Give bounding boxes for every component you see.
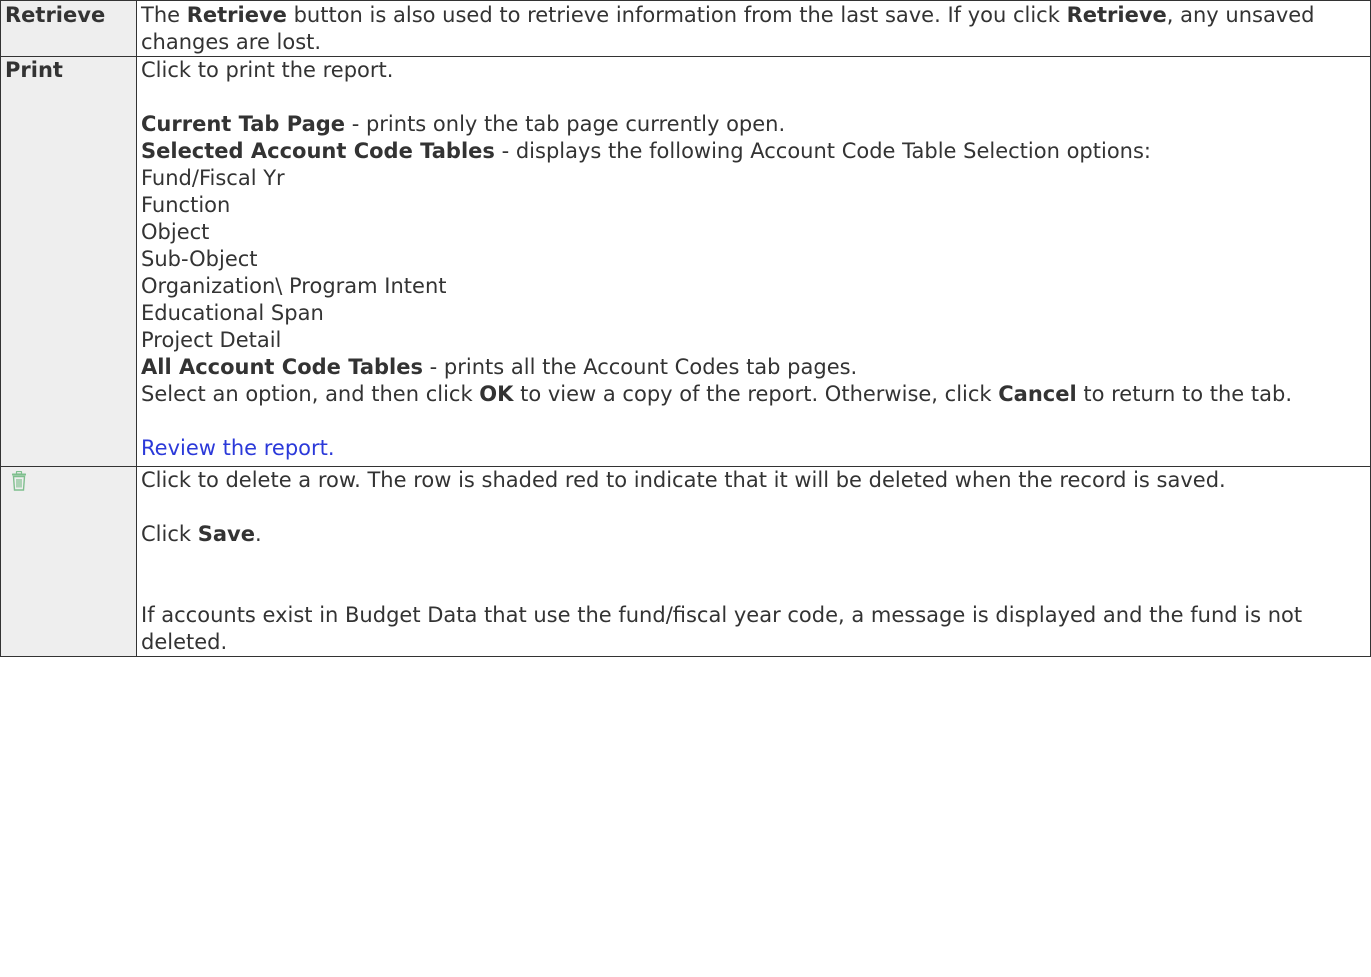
delete-budget-note: If accounts exist in Budget Data that us… bbox=[141, 603, 1303, 654]
print-select-instructions: Select an option, and then click OK to v… bbox=[141, 382, 1292, 406]
trash-icon[interactable] bbox=[11, 470, 27, 491]
table-list-item: Sub-Object bbox=[141, 247, 258, 271]
button-reference-table: Retrieve The Retrieve button is also use… bbox=[0, 0, 1371, 657]
table-list-item: Project Detail bbox=[141, 328, 282, 352]
table-list-item: Organization\ Program Intent bbox=[141, 274, 447, 298]
option-current-tab-page: Current Tab Page - prints only the tab p… bbox=[141, 112, 786, 136]
table-row-delete: Click to delete a row. The row is shaded… bbox=[0, 466, 1371, 657]
table-list-item: Educational Span bbox=[141, 301, 324, 325]
table-row-retrieve: Retrieve The Retrieve button is also use… bbox=[0, 0, 1371, 57]
print-description: Click to print the report. Current Tab P… bbox=[136, 56, 1371, 467]
table-list-item: Object bbox=[141, 220, 210, 244]
table-list-item: Function bbox=[141, 193, 231, 217]
table-row-print: Print Click to print the report. Current… bbox=[0, 56, 1371, 467]
delete-description: Click to delete a row. The row is shaded… bbox=[136, 466, 1371, 657]
delete-label-cell bbox=[0, 466, 137, 657]
retrieve-description: The Retrieve button is also used to retr… bbox=[136, 0, 1371, 57]
print-intro: Click to print the report. bbox=[141, 58, 394, 82]
retrieve-label: Retrieve bbox=[0, 0, 137, 57]
option-all-account-code-tables: All Account Code Tables - prints all the… bbox=[141, 355, 858, 379]
delete-save-instruction: Click Save. bbox=[141, 522, 262, 546]
table-list-item: Fund/Fiscal Yr bbox=[141, 166, 285, 190]
option-selected-account-code-tables: Selected Account Code Tables - displays … bbox=[141, 139, 1151, 163]
print-label: Print bbox=[0, 56, 137, 467]
review-report-link[interactable]: Review the report. bbox=[141, 435, 1366, 462]
delete-text: Click to delete a row. The row is shaded… bbox=[141, 468, 1226, 492]
